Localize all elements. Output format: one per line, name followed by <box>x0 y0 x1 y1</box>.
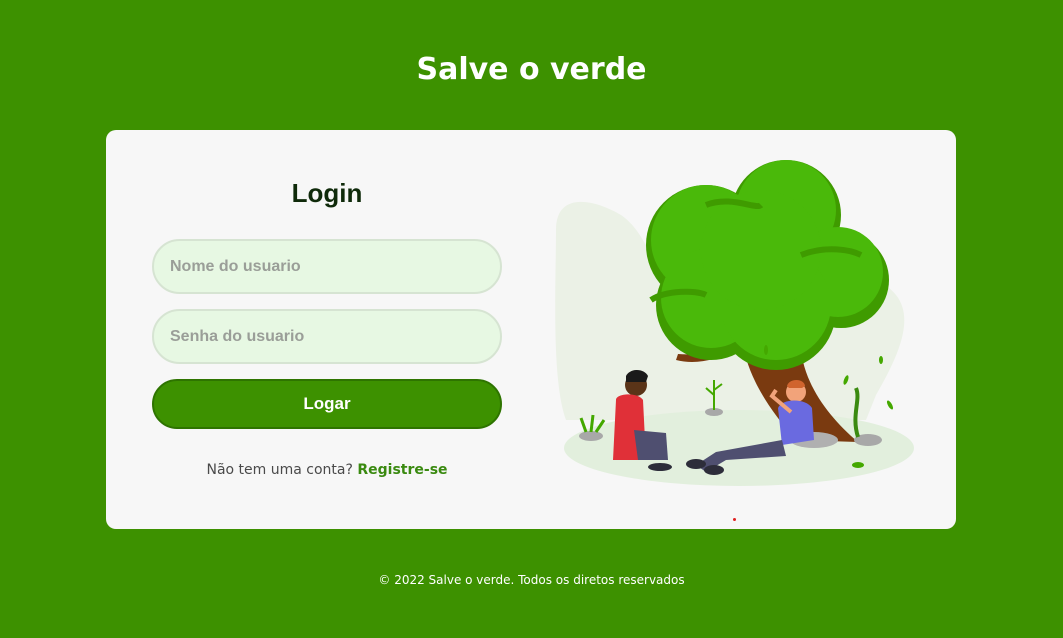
password-input[interactable] <box>152 309 502 364</box>
footer-copyright: © 2022 Salve o verde. Todos os diretos r… <box>378 573 685 587</box>
login-title: Login <box>291 178 363 208</box>
signup-link[interactable]: Registre-se <box>357 462 447 478</box>
site-title: Salve o verde <box>416 52 647 87</box>
username-input[interactable] <box>152 239 502 294</box>
red-dot-marker <box>733 518 736 521</box>
people-under-tree-illustration <box>555 160 914 486</box>
login-card: Login Logar Não tem uma conta? Registre-… <box>106 130 956 529</box>
signup-prompt-text: Não tem uma conta? <box>206 462 353 478</box>
signup-prompt-line: Não tem uma conta? Registre-se <box>106 462 548 478</box>
login-button[interactable]: Logar <box>152 379 502 429</box>
